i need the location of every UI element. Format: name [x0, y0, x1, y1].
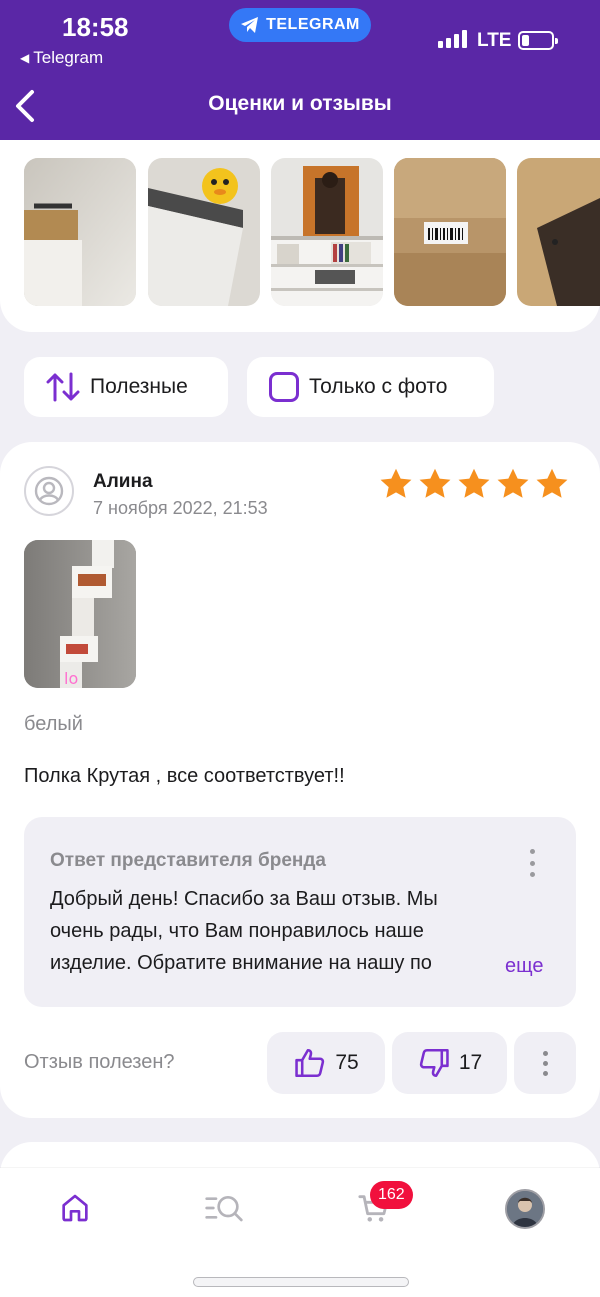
telegram-pill-label: TELEGRAM [266, 16, 360, 33]
rating-stars [378, 466, 570, 502]
photo-thumb[interactable] [517, 158, 600, 306]
catalog-search-icon [205, 1196, 243, 1222]
home-icon [62, 1194, 88, 1222]
app-header: 18:58 ◀ Telegram TELEGRAM LTE Оценки и о… [0, 0, 600, 140]
like-button[interactable]: 75 [267, 1032, 385, 1094]
network-label: LTE [477, 30, 512, 51]
sort-arrows-icon [46, 372, 80, 402]
profile-avatar[interactable] [505, 1189, 545, 1229]
star-icon [536, 468, 568, 498]
photo-thumb[interactable] [394, 158, 506, 306]
photo-strip [0, 140, 600, 332]
svg-text:lo: lo [64, 669, 78, 688]
photo-thumb[interactable] [24, 158, 136, 306]
star-icon [458, 468, 490, 498]
photo-thumb[interactable] [148, 158, 260, 306]
reply-line: очень рады, что Вам понравилось наше [50, 920, 424, 942]
back-app-label: Telegram [33, 48, 104, 67]
reply-fade [454, 947, 504, 979]
review-date: 7 ноября 2022, 21:53 [93, 498, 268, 518]
reply-title: Ответ представителя бренда [50, 850, 326, 871]
dislike-button[interactable]: 17 [392, 1032, 507, 1094]
product-variant: белый [24, 713, 83, 735]
battery-icon [518, 31, 558, 50]
nav-catalog-search[interactable] [204, 1188, 244, 1228]
back-triangle-icon: ◀ [20, 51, 30, 65]
nav-home[interactable] [55, 1188, 95, 1228]
page-title: Оценки и отзывы [208, 92, 392, 115]
star-icon [497, 468, 529, 498]
signal-icon [438, 30, 467, 48]
status-time: 18:58 [62, 12, 129, 42]
thumbs-up-icon [295, 1048, 325, 1078]
reply-menu-icon[interactable] [524, 847, 540, 879]
sort-useful-chip[interactable]: Полезные [24, 357, 228, 417]
like-count: 75 [335, 1051, 359, 1074]
review-photo[interactable]: lo [24, 540, 136, 688]
photo-thumb[interactable] [271, 158, 383, 306]
sort-useful-label: Полезные [90, 375, 188, 398]
reply-more-link[interactable]: еще [505, 955, 543, 978]
telegram-pill[interactable]: TELEGRAM [229, 8, 371, 42]
back-to-telegram[interactable]: ◀ Telegram [20, 48, 103, 68]
dislike-count: 17 [458, 1051, 483, 1074]
photo-only-label: Только с фото [309, 375, 448, 398]
user-avatar-icon [24, 466, 74, 516]
star-icon [419, 468, 451, 498]
cart-badge: 162 [370, 1181, 413, 1209]
review-text: Полка Крутая , все соответствует!! [24, 765, 345, 787]
brand-reply: Ответ представителя бренда Добрый день! … [24, 817, 576, 1007]
telegram-icon [241, 17, 259, 33]
reply-line: Добрый день! Спасибо за Ваш отзыв. Мы [50, 888, 438, 910]
review-author: Алина [93, 471, 153, 492]
helpful-question: Отзыв полезен? [24, 1051, 175, 1073]
checkbox-icon[interactable] [269, 372, 299, 402]
star-icon [380, 468, 412, 498]
thumbs-down-icon [419, 1048, 449, 1078]
home-indicator [193, 1277, 409, 1287]
photo-only-chip[interactable]: Только с фото [247, 357, 494, 417]
reply-line: изделие. Обратите внимание на нашу по [50, 952, 432, 974]
review-more-button[interactable] [514, 1032, 576, 1094]
